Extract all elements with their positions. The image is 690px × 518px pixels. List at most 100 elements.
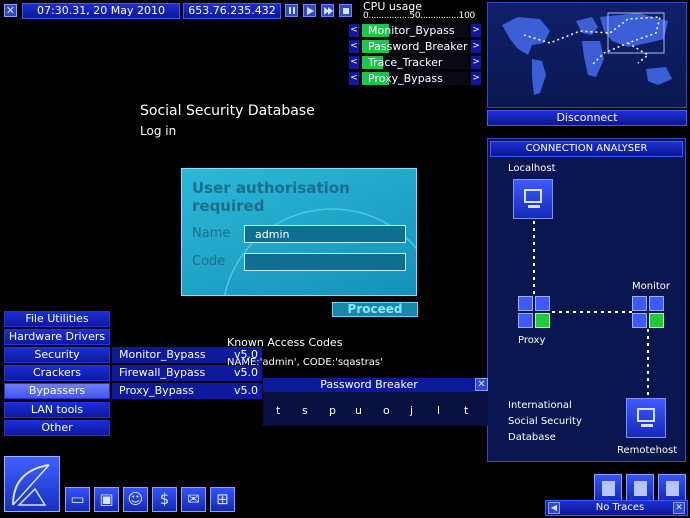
password-breaker-title: Password Breaker: [320, 378, 418, 391]
proceed-button[interactable]: Proceed: [332, 302, 418, 317]
play-button[interactable]: [303, 4, 316, 17]
world-map[interactable]: [487, 2, 687, 108]
menu-label: File Utilities: [25, 312, 89, 325]
menu-lan-tools[interactable]: LAN tools: [4, 402, 110, 418]
close-icon[interactable]: ✕: [4, 4, 17, 17]
document-icon[interactable]: [658, 474, 686, 502]
computer-icon[interactable]: ▭: [65, 487, 90, 512]
login-panel: User authorisation required Name Code: [181, 168, 417, 296]
cpu-usage-scale: 0................50...............100: [363, 11, 475, 21]
name-label: Name: [192, 226, 231, 241]
gateway-button[interactable]: [4, 456, 60, 512]
menu-label: Bypassers: [28, 384, 86, 397]
password-letter: t: [464, 404, 469, 417]
pause-icon: [289, 7, 291, 14]
localhost-node[interactable]: [513, 179, 553, 219]
menu-label: LAN tools: [30, 403, 84, 416]
network-icon[interactable]: ⊞: [210, 487, 235, 512]
program-label: Trace_Tracker: [368, 56, 443, 69]
proxy-label: Proxy: [518, 335, 546, 346]
program-label: Password_Breaker: [368, 40, 468, 53]
submenu-proxy-bypass[interactable]: Proxy_Bypass v5.0: [112, 383, 262, 399]
computer-icon: [524, 189, 542, 203]
pause-button[interactable]: [285, 4, 298, 17]
menu-crackers[interactable]: Crackers: [4, 365, 110, 381]
date-time-text: 07:30.31, 20 May 2010: [37, 4, 165, 17]
password-letter: u: [355, 404, 362, 417]
increase-cpu-button[interactable]: >: [471, 72, 481, 85]
submenu-label: Proxy_Bypass: [119, 384, 194, 397]
monitor-node[interactable]: [632, 296, 664, 328]
computer-icon: [637, 408, 655, 422]
menu-label: Hardware Drivers: [8, 330, 106, 343]
cpu-bar: Password_Breaker: [362, 40, 468, 53]
connection-analyser-title: CONNECTION ANALYSER: [490, 141, 683, 157]
menu-label: Crackers: [33, 366, 81, 379]
code-label: Code: [192, 254, 226, 269]
fast-forward-button[interactable]: [321, 4, 334, 17]
password-letter: l: [437, 404, 441, 417]
menu-hardware-drivers[interactable]: Hardware Drivers: [4, 329, 110, 345]
program-row-trace-tracker: < Trace_Tracker >: [349, 56, 482, 69]
known-access-code-line: NAME:'admin', CODE:'sqastras': [227, 357, 383, 368]
date-time-display: 07:30.31, 20 May 2010: [22, 3, 180, 19]
menu-label: Security: [34, 348, 80, 361]
sound-icon[interactable]: ◀: [548, 502, 560, 514]
monitor-label: Monitor: [632, 281, 671, 292]
menu-file-utilities[interactable]: File Utilities: [4, 311, 110, 327]
code-input[interactable]: [244, 253, 406, 271]
menu-other[interactable]: Other: [4, 420, 110, 436]
ip-address-display: 653.76.235.432: [183, 3, 281, 19]
menu-bypassers[interactable]: Bypassers: [4, 383, 110, 399]
people-icon[interactable]: ☺: [123, 487, 148, 512]
decrease-cpu-button[interactable]: <: [349, 40, 359, 53]
menu-label: Other: [41, 421, 73, 434]
program-row-proxy-bypass: < Proxy_Bypass >: [349, 72, 482, 85]
disconnect-label: Disconnect: [556, 111, 618, 124]
submenu-label: Firewall_Bypass: [119, 366, 206, 379]
disk-icon[interactable]: ▣: [94, 487, 119, 512]
trace-status-text: No Traces: [595, 502, 645, 513]
analyser-title-text: CONNECTION ANALYSER: [525, 143, 648, 154]
log-icon[interactable]: [594, 474, 622, 502]
remotehost-label: Remotehost: [617, 445, 678, 456]
finance-icon[interactable]: $: [152, 487, 177, 512]
remotehost-node[interactable]: [626, 398, 666, 438]
password-letter: j: [410, 404, 414, 417]
increase-cpu-button[interactable]: >: [471, 40, 481, 53]
program-label: Proxy_Bypass: [368, 72, 443, 85]
password-breaker-window: Password Breaker ✕: [263, 378, 488, 426]
target-line-1: International: [508, 400, 572, 411]
cpu-bar: Monitor_Bypass: [362, 24, 468, 37]
close-icon[interactable]: ✕: [673, 502, 685, 514]
decrease-cpu-button[interactable]: <: [349, 24, 359, 37]
name-input[interactable]: [244, 225, 406, 243]
decrease-cpu-button[interactable]: <: [349, 56, 359, 69]
program-row-monitor-bypass: < Monitor_Bypass >: [349, 24, 482, 37]
password-letter: p: [329, 404, 336, 417]
disconnect-button[interactable]: Disconnect: [487, 110, 687, 126]
password-letter: t: [276, 404, 281, 417]
cpu-bar: Trace_Tracker: [362, 56, 468, 69]
increase-cpu-button[interactable]: >: [471, 56, 481, 69]
target-line-2: Social Security: [508, 416, 582, 427]
password-letter: o: [383, 404, 390, 417]
news-icon[interactable]: [626, 474, 654, 502]
close-icon[interactable]: ✕: [475, 378, 488, 391]
localhost-label: Localhost: [508, 163, 556, 174]
stop-icon: [343, 8, 349, 14]
submenu-version: v5.0: [233, 384, 258, 397]
known-access-codes-title: Known Access Codes: [227, 336, 343, 349]
cpu-bar: Proxy_Bypass: [362, 72, 468, 85]
target-line-3: Database: [508, 432, 556, 443]
stop-button[interactable]: [339, 4, 352, 17]
email-icon[interactable]: ✉: [181, 487, 206, 512]
satellite-dish-icon: [12, 464, 50, 506]
proxy-node[interactable]: [518, 296, 550, 328]
increase-cpu-button[interactable]: >: [471, 24, 481, 37]
connection-analyser-panel: CONNECTION ANALYSER Localhost Proxy Moni…: [487, 138, 686, 462]
password-letter: s: [302, 404, 308, 417]
page-subtitle: Log in: [140, 124, 177, 138]
menu-security[interactable]: Security: [4, 347, 110, 363]
decrease-cpu-button[interactable]: <: [349, 72, 359, 85]
